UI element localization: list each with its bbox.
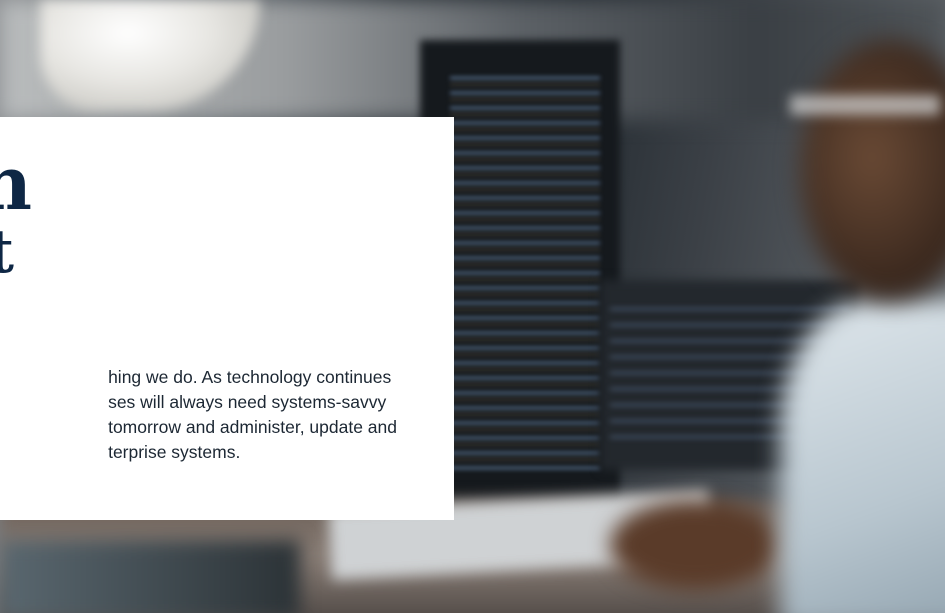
photo-person-shirt [780, 300, 945, 613]
page-subheading: t [0, 217, 14, 287]
page-heading: n [0, 141, 32, 227]
body-clip: hing we do. As technology continues ses … [0, 365, 454, 505]
intro-line: hing we do. As technology continues [108, 367, 392, 387]
intro-paragraph: hing we do. As technology continues ses … [108, 365, 397, 465]
intro-line: ses will always need systems-savvy [108, 392, 387, 412]
photo-person-glasses [790, 95, 940, 115]
photo-monitor-code [450, 70, 600, 470]
hero-section: n t hing we do. As technology continues … [0, 0, 945, 613]
intro-line: terprise systems. [108, 442, 241, 462]
intro-line: tomorrow and administer, update and [108, 417, 397, 437]
photo-foreground-left [0, 540, 300, 613]
photo-hand [610, 500, 780, 590]
content-card: n t hing we do. As technology continues … [0, 117, 454, 520]
